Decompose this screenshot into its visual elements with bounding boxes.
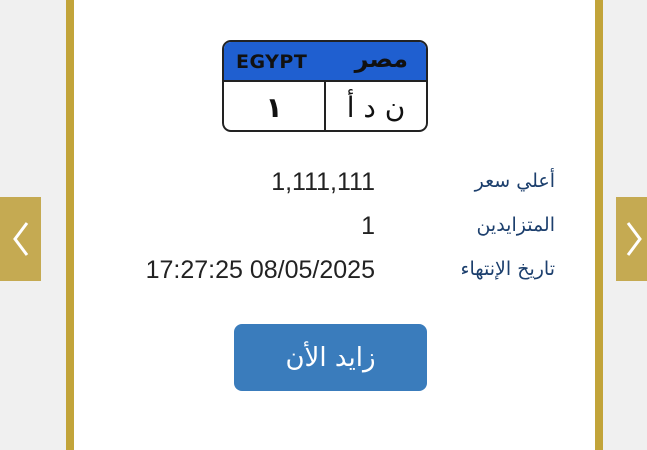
bidders-row: 1 المتزايدين	[0, 212, 647, 242]
bidders-value: 1	[361, 212, 375, 240]
plate-country-en: EGYPT	[236, 51, 308, 73]
plate-header: EGYPT مصر	[224, 42, 426, 82]
highest-price-value: 1,111,111	[271, 168, 375, 196]
plate-letters: ن د أ	[346, 90, 406, 124]
end-date-row: 17:27:25 08/05/2025 تاريخ الإنتهاء	[0, 256, 647, 286]
chevron-right-icon	[626, 222, 642, 256]
bidders-label: المتزايدين	[476, 214, 555, 236]
license-plate: EGYPT مصر ١ ن د أ	[222, 40, 428, 132]
end-date-value: 17:27:25 08/05/2025	[145, 256, 375, 284]
plate-number: ١	[224, 82, 326, 130]
highest-price-row: 1,111,111 أعلي سعر	[0, 168, 647, 198]
next-arrow-button[interactable]	[616, 197, 647, 281]
plate-body: ١ ن د أ	[224, 82, 426, 130]
end-date-label: تاريخ الإنتهاء	[460, 258, 555, 280]
plate-country-ar: مصر	[354, 45, 408, 73]
bid-now-button[interactable]: زايد الأن	[234, 324, 427, 391]
highest-price-label: أعلي سعر	[474, 170, 555, 192]
